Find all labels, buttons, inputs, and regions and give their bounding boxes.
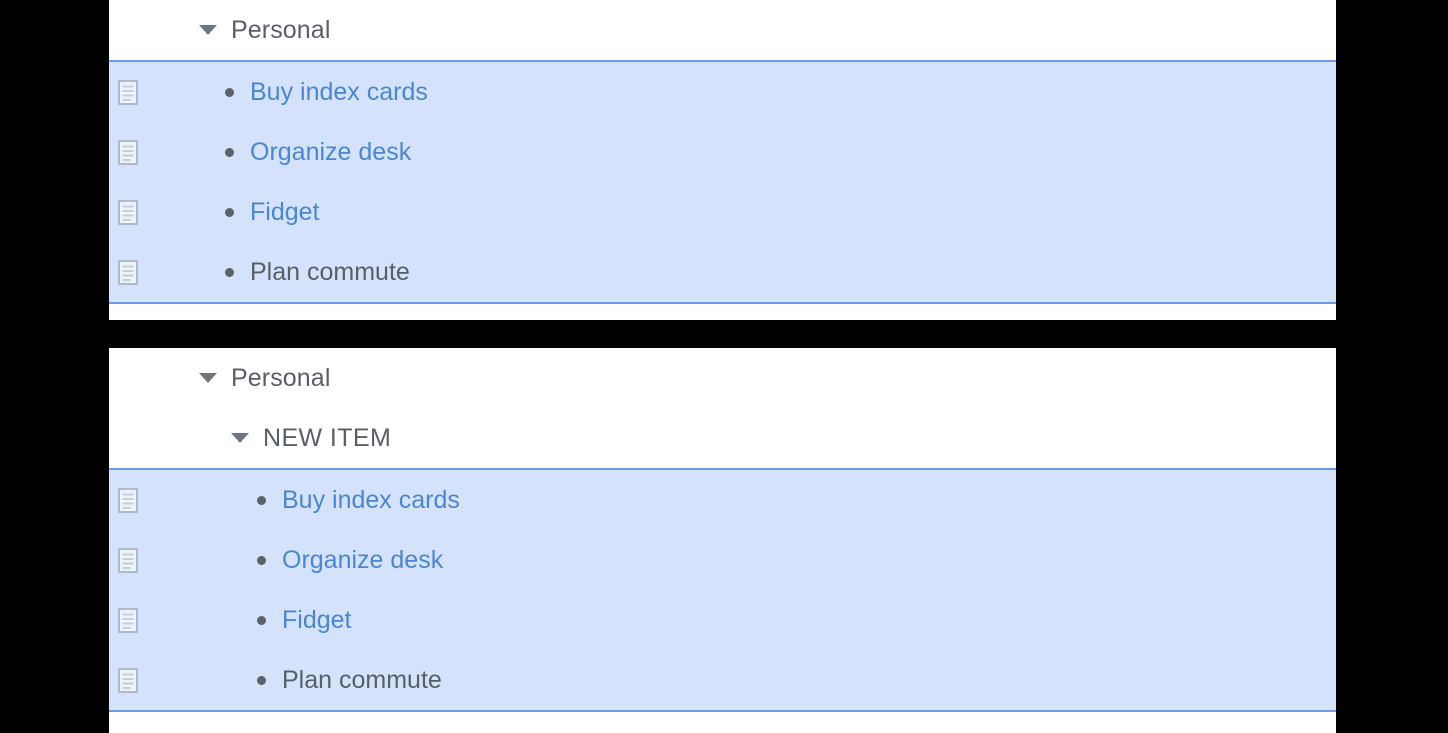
icon-gutter: [109, 487, 189, 513]
list-item-label: Plan commute: [250, 257, 410, 286]
note-icon[interactable]: [118, 199, 138, 225]
list-item[interactable]: Organize desk: [109, 122, 1336, 182]
list-item-label: Organize desk: [282, 545, 444, 574]
outline-panel-after: Personal NEW ITEM Buy index cards Organi…: [109, 348, 1336, 733]
outline-panel-before: Personal Buy index cards Organize desk F…: [109, 0, 1336, 320]
bullet-icon: [225, 87, 234, 97]
list-item[interactable]: Fidget: [109, 590, 1336, 650]
note-icon[interactable]: [118, 139, 138, 165]
note-icon[interactable]: [118, 667, 138, 693]
bullet-icon: [225, 207, 234, 217]
group-row-personal[interactable]: Personal: [109, 0, 1336, 60]
icon-gutter: [109, 79, 189, 105]
bullet-icon: [257, 495, 266, 505]
group-row-new-item[interactable]: NEW ITEM: [109, 408, 1336, 468]
bullet-icon: [225, 267, 234, 277]
list-item-label: Fidget: [250, 197, 320, 226]
list-item-label: Buy index cards: [282, 485, 460, 514]
list-item[interactable]: Plan commute: [109, 242, 1336, 302]
panel-filler: [109, 712, 1336, 732]
icon-gutter: [109, 259, 189, 285]
icon-gutter: [109, 667, 189, 693]
group-label: Personal: [231, 15, 331, 44]
disclosure-triangle-down-icon[interactable]: [199, 373, 217, 383]
bullet-icon: [257, 675, 266, 685]
list-item[interactable]: Plan commute: [109, 650, 1336, 710]
panel-filler: [109, 304, 1336, 320]
note-icon[interactable]: [118, 607, 138, 633]
bullet-icon: [225, 147, 234, 157]
note-icon[interactable]: [118, 547, 138, 573]
list-item[interactable]: Buy index cards: [109, 470, 1336, 530]
selected-items-band: Buy index cards Organize desk Fidget Pla…: [109, 468, 1336, 712]
icon-gutter: [109, 139, 189, 165]
icon-gutter: [109, 547, 189, 573]
list-item-label: Fidget: [282, 605, 352, 634]
list-item[interactable]: Buy index cards: [109, 62, 1336, 122]
list-item-label: Organize desk: [250, 137, 412, 166]
list-item[interactable]: Organize desk: [109, 530, 1336, 590]
list-item[interactable]: Fidget: [109, 182, 1336, 242]
note-icon[interactable]: [118, 487, 138, 513]
group-row-personal[interactable]: Personal: [109, 348, 1336, 408]
icon-gutter: [109, 199, 189, 225]
list-item-label: Plan commute: [282, 665, 442, 694]
icon-gutter: [109, 607, 189, 633]
bullet-icon: [257, 555, 266, 565]
disclosure-triangle-down-icon[interactable]: [199, 25, 217, 35]
group-label: Personal: [231, 363, 331, 392]
note-icon[interactable]: [118, 79, 138, 105]
note-icon[interactable]: [118, 259, 138, 285]
list-item-label: Buy index cards: [250, 77, 428, 106]
subgroup-label: NEW ITEM: [263, 423, 392, 452]
selected-items-band: Buy index cards Organize desk Fidget Pla…: [109, 60, 1336, 304]
bullet-icon: [257, 615, 266, 625]
disclosure-triangle-down-icon[interactable]: [231, 433, 249, 443]
